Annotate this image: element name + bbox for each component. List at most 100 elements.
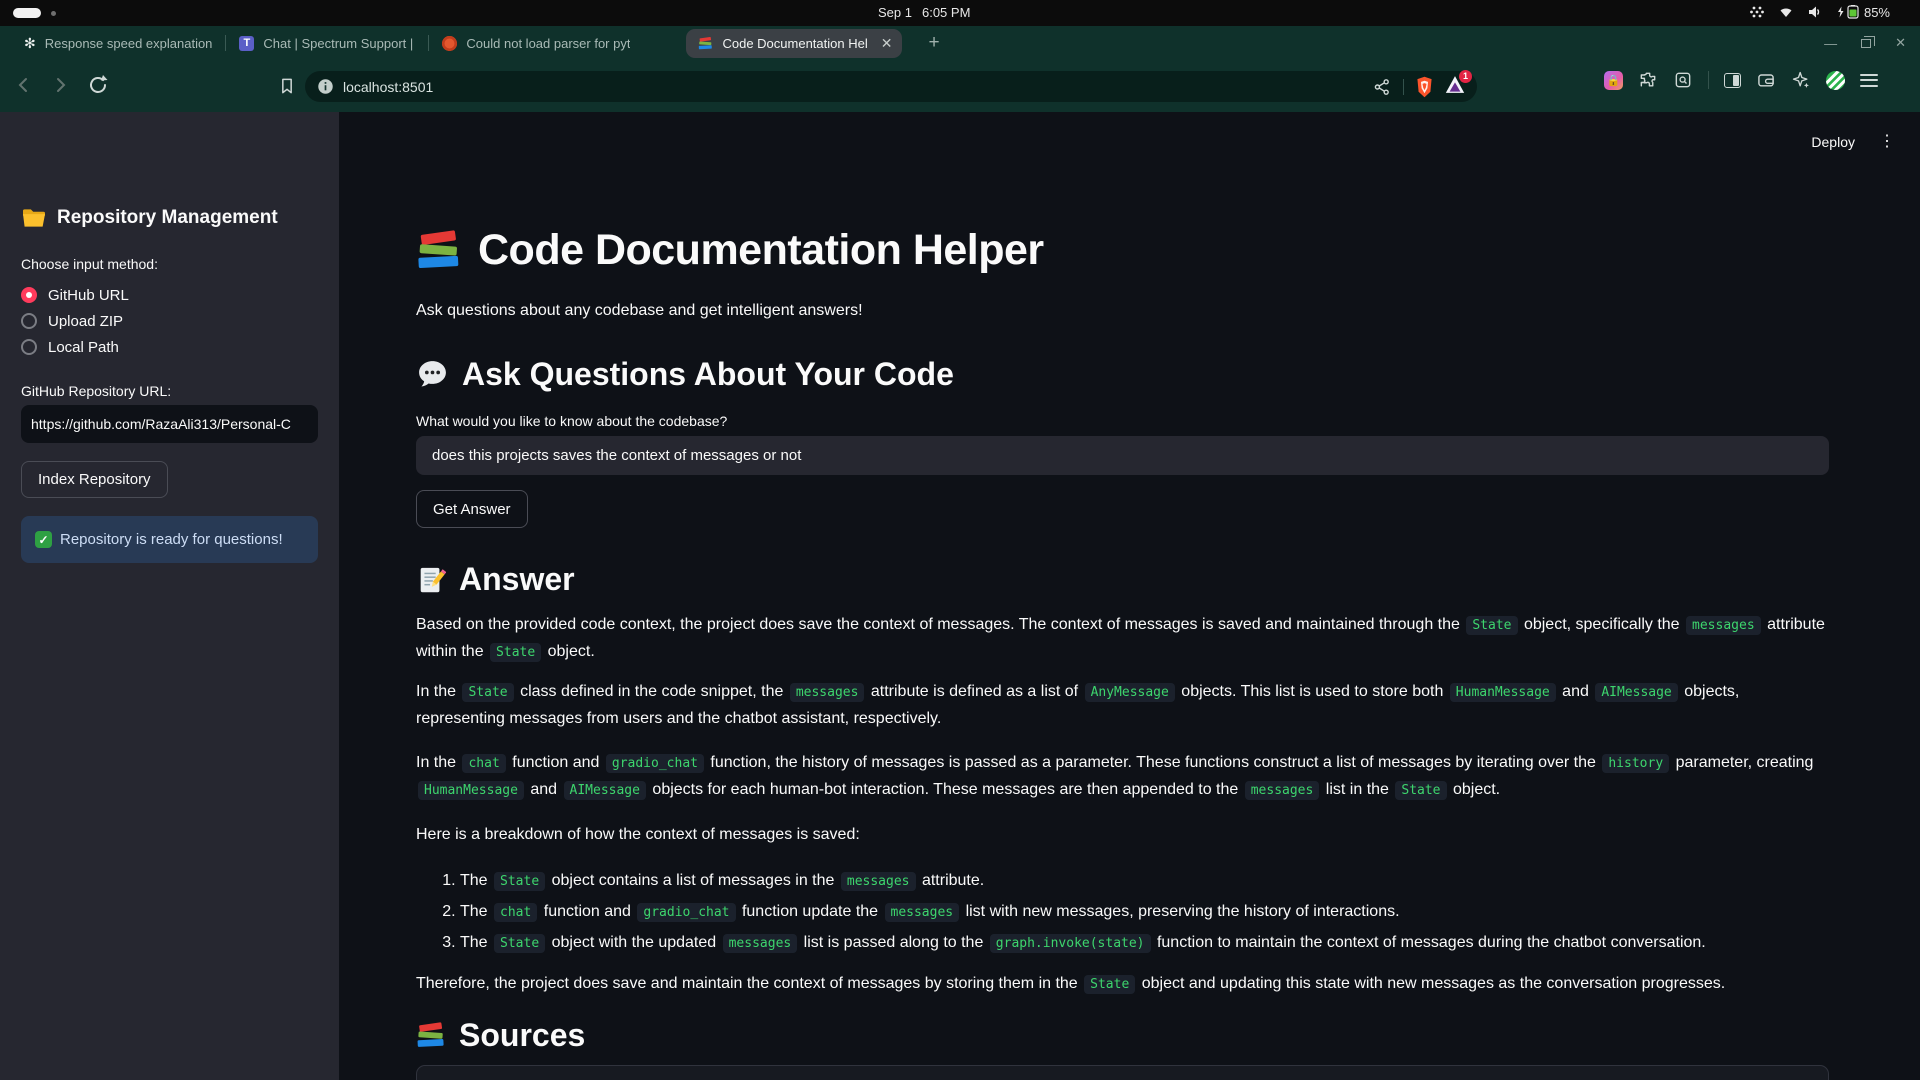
tab-title: Could not load parser for pyt bbox=[466, 36, 630, 51]
list-item: The State object with the updated messag… bbox=[460, 930, 1829, 957]
minimize-button[interactable]: — bbox=[1824, 36, 1837, 51]
radio-unselected-icon[interactable] bbox=[21, 339, 37, 355]
battery-percent-label: 85% bbox=[1864, 5, 1890, 20]
books-emoji bbox=[416, 1022, 446, 1049]
leo-ai-sparkles-icon[interactable] bbox=[1791, 70, 1811, 90]
separator bbox=[1708, 71, 1709, 89]
address-bar[interactable]: localhost:8501 bbox=[305, 71, 1477, 102]
radio-label: Local Path bbox=[48, 339, 119, 356]
wallet-icon[interactable] bbox=[1756, 70, 1776, 90]
teams-icon: T bbox=[239, 36, 254, 51]
ask-heading-text: Ask Questions About Your Code bbox=[462, 354, 954, 396]
site-info-icon[interactable] bbox=[317, 78, 334, 95]
radio-github-url[interactable]: GitHub URL bbox=[21, 285, 318, 305]
clock[interactable]: Sep 1 6:05 PM bbox=[878, 5, 970, 20]
radio-label: GitHub URL bbox=[48, 287, 129, 304]
system-tray[interactable]: 85% bbox=[1749, 4, 1890, 20]
workspace-pill-indicator[interactable] bbox=[13, 8, 41, 18]
back-icon[interactable] bbox=[14, 71, 34, 99]
sources-heading-text: Sources bbox=[459, 1015, 585, 1057]
input-method-label: Choose input method: bbox=[21, 256, 318, 272]
folder-emoji bbox=[21, 207, 47, 229]
answer-paragraph: In the State class defined in the code s… bbox=[416, 679, 1829, 732]
tab-code-doc-helper-active[interactable]: Code Documentation Hel ✕ bbox=[686, 29, 902, 58]
sidebar-toggle-icon[interactable] bbox=[1724, 73, 1741, 88]
menu-hamburger-icon[interactable] bbox=[1860, 74, 1878, 87]
radio-upload-zip[interactable]: Upload ZIP bbox=[21, 311, 318, 331]
deploy-button[interactable]: Deploy bbox=[1811, 134, 1855, 150]
restore-button[interactable] bbox=[1861, 39, 1871, 48]
tab-bar: ✻ Response speed explanation T Chat | Sp… bbox=[0, 26, 1920, 60]
page-title: Code Documentation Helper bbox=[416, 224, 1829, 278]
vpn-status-icon[interactable] bbox=[1826, 71, 1845, 90]
password-manager-icon[interactable]: 🔒 bbox=[1604, 71, 1623, 90]
new-tab-button[interactable]: + bbox=[928, 32, 939, 54]
answer-paragraph: In the chat function and gradio_chat fun… bbox=[416, 750, 1829, 804]
page-title-text: Code Documentation Helper bbox=[478, 224, 1044, 278]
close-tab-icon[interactable]: ✕ bbox=[881, 35, 893, 52]
repo-url-label: GitHub Repository URL: bbox=[21, 383, 318, 399]
tab-teams-chat[interactable]: T Chat | Spectrum Support | Mi bbox=[229, 29, 425, 57]
reload-icon[interactable] bbox=[86, 71, 110, 99]
bookmark-icon[interactable] bbox=[277, 75, 297, 97]
answer-paragraph: Based on the provided code context, the … bbox=[416, 612, 1829, 666]
brave-shield-icon[interactable] bbox=[1415, 76, 1434, 98]
source-expander[interactable]: ▾ Source 1: chat in app.py bbox=[416, 1065, 1829, 1080]
system-top-bar: Sep 1 6:05 PM 85% bbox=[0, 0, 1920, 26]
question-input[interactable] bbox=[416, 436, 1829, 475]
tab-parser-error[interactable]: Could not load parser for pyt bbox=[432, 29, 640, 57]
input-method-radio-group: GitHub URL Upload ZIP Local Path bbox=[21, 285, 318, 357]
tab-separator bbox=[225, 35, 226, 51]
answer-paragraph: Therefore, the project does save and mai… bbox=[416, 971, 1829, 998]
separator bbox=[1403, 79, 1404, 95]
app-menu-kebab-icon[interactable]: ⋮ bbox=[1879, 134, 1895, 150]
browser-chrome: ✻ Response speed explanation T Chat | Sp… bbox=[0, 26, 1920, 112]
answer-section-heading: Answer bbox=[416, 559, 1829, 601]
main-area: Deploy ⋮ Code Documentation Helper Ask q… bbox=[339, 112, 1920, 1080]
index-repository-button[interactable]: Index Repository bbox=[21, 461, 168, 498]
wifi-icon bbox=[1778, 4, 1794, 20]
sources-section-heading: Sources bbox=[416, 1015, 1829, 1057]
volume-icon bbox=[1807, 4, 1823, 20]
battery-indicator: 85% bbox=[1836, 5, 1890, 20]
question-label: What would you like to know about the co… bbox=[416, 413, 1829, 429]
input-dots-icon bbox=[1749, 4, 1765, 20]
workspace-dot-indicator[interactable] bbox=[51, 11, 56, 16]
page-content: Code Documentation Helper Ask questions … bbox=[416, 224, 1829, 1080]
sidebar: Repository Management Choose input metho… bbox=[0, 112, 339, 1080]
forward-icon[interactable] bbox=[50, 71, 70, 99]
answer-numbered-list: The State object contains a list of mess… bbox=[416, 868, 1829, 957]
tab-title: Chat | Spectrum Support | Mi bbox=[263, 36, 415, 51]
check-emoji: ✓ bbox=[35, 531, 52, 548]
books-emoji-favicon bbox=[698, 36, 713, 51]
streamlit-app: Repository Management Choose input metho… bbox=[0, 112, 1920, 1080]
brave-rewards-button[interactable]: 1 bbox=[1445, 75, 1465, 99]
radio-label: Upload ZIP bbox=[48, 313, 123, 330]
answer-paragraph: Here is a breakdown of how the context o… bbox=[416, 822, 1829, 848]
close-window-button[interactable]: ✕ bbox=[1895, 35, 1906, 51]
date-label: Sep 1 bbox=[878, 5, 912, 20]
page-subtitle: Ask questions about any codebase and get… bbox=[416, 302, 1829, 320]
repo-url-input[interactable] bbox=[21, 405, 318, 443]
radio-selected-icon[interactable] bbox=[21, 287, 37, 303]
tab-response-speed[interactable]: ✻ Response speed explanation bbox=[14, 29, 222, 57]
get-answer-button[interactable]: Get Answer bbox=[416, 490, 528, 528]
chatgpt-icon: ✻ bbox=[24, 36, 36, 50]
books-emoji bbox=[416, 230, 462, 271]
memo-emoji bbox=[416, 565, 446, 595]
sidebar-title: Repository Management bbox=[57, 207, 278, 229]
streamlit-header: Deploy ⋮ bbox=[1811, 134, 1895, 150]
radio-local-path[interactable]: Local Path bbox=[21, 337, 318, 357]
extensions-puzzle-icon[interactable] bbox=[1638, 70, 1658, 90]
battery-icon bbox=[1847, 5, 1862, 19]
search-box-icon[interactable] bbox=[1673, 70, 1693, 90]
list-item: The chat function and gradio_chat functi… bbox=[460, 899, 1829, 926]
charging-plug-icon bbox=[1836, 6, 1845, 18]
share-icon[interactable] bbox=[1372, 77, 1392, 97]
radio-unselected-icon[interactable] bbox=[21, 313, 37, 329]
browser-toolbar: localhost:8501 bbox=[0, 60, 1920, 112]
url-text[interactable]: localhost:8501 bbox=[343, 79, 433, 95]
window-controls: — ✕ bbox=[1824, 26, 1906, 60]
speech-balloon-emoji bbox=[416, 358, 449, 391]
repo-ready-infobox: ✓ Repository is ready for questions! bbox=[21, 516, 318, 563]
